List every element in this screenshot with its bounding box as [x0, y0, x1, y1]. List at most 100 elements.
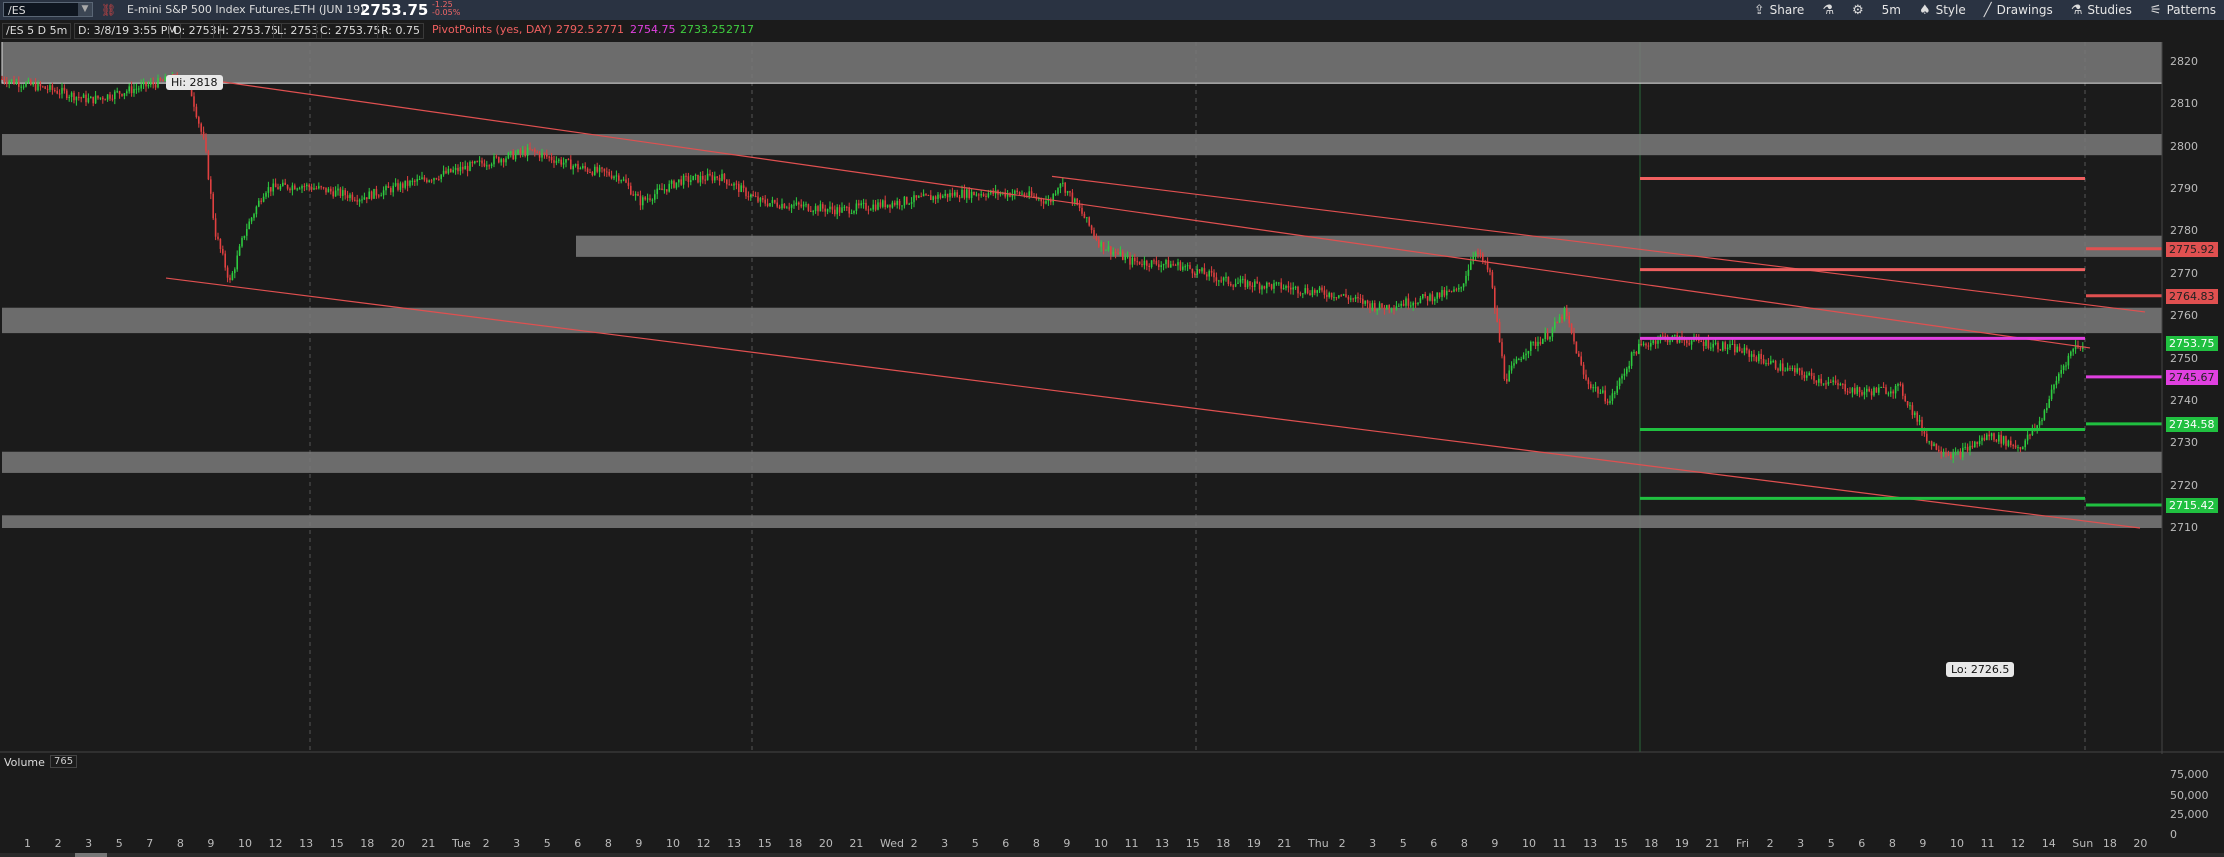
price-axis-label: 2820 — [2170, 55, 2198, 68]
candle-body — [99, 97, 102, 99]
time-axis-label: 18 — [1644, 837, 1659, 850]
scrollbar-thumb[interactable] — [75, 853, 107, 857]
candle-body — [651, 199, 654, 201]
time-axis-label: 6 — [574, 837, 582, 850]
candle-body — [1189, 265, 1191, 269]
candle-body — [207, 151, 210, 180]
candle-body — [474, 161, 476, 164]
candle-body — [1863, 391, 1866, 395]
candle-body — [1522, 355, 1525, 360]
time-axis-label: 15 — [329, 837, 344, 850]
candle-body — [1225, 276, 1227, 278]
price-chart[interactable] — [0, 42, 2224, 754]
style-button[interactable]: ♠ Style — [1919, 3, 1966, 18]
candle-body — [241, 238, 243, 247]
candle-body — [716, 176, 718, 178]
candle-body — [2012, 445, 2014, 447]
drawings-button[interactable]: ╱ Drawings — [1984, 3, 2053, 18]
candle-body — [1246, 281, 1249, 288]
candle-body — [1088, 217, 1090, 226]
candle-body — [1045, 201, 1047, 204]
candle-body — [142, 81, 145, 85]
time-axis-label: 5 — [115, 837, 123, 850]
flask-button[interactable]: ⚗ — [1822, 3, 1834, 18]
studies-button[interactable]: ⚗ Studies — [2071, 3, 2132, 18]
candle-body — [2014, 445, 2017, 448]
candle-body — [1215, 277, 1218, 282]
candle-body — [140, 84, 142, 89]
candle-body — [1707, 339, 1710, 349]
candle-body — [486, 165, 488, 167]
time-axis-label: 2 — [54, 837, 62, 850]
candle-body — [601, 167, 603, 169]
candle-body — [1563, 308, 1566, 320]
candle-body — [1599, 392, 1602, 394]
volume-axis-label: 75,000 — [2170, 768, 2209, 781]
candle-body — [1794, 368, 1796, 373]
share-button[interactable]: ⇪ Share — [1754, 3, 1805, 18]
link-icon[interactable]: ⛓ — [101, 3, 116, 17]
candle-body — [1234, 283, 1237, 287]
candle-body — [541, 153, 543, 158]
zone-2776 — [576, 235, 2162, 257]
candle-body — [457, 167, 459, 172]
symbol-input[interactable]: /ES ▼ — [3, 2, 93, 17]
candle-body — [1165, 260, 1167, 265]
candle-body — [78, 96, 80, 98]
candle-body — [709, 173, 711, 176]
candle-body — [505, 158, 507, 163]
candle-body — [1995, 439, 1998, 442]
candle-body — [109, 94, 111, 99]
time-axis-label: 21 — [1277, 837, 1292, 850]
chevron-down-icon[interactable]: ▼ — [78, 3, 92, 16]
candle-body — [1664, 335, 1666, 337]
candle-body — [478, 160, 481, 162]
candle-body — [1556, 322, 1558, 324]
candle-body — [1892, 391, 1894, 394]
candle-body — [1081, 207, 1083, 214]
candle-body — [524, 150, 526, 156]
candle-body — [159, 78, 162, 81]
settings-button[interactable]: ⚙ — [1852, 3, 1864, 18]
candle-body — [1302, 293, 1304, 295]
candle-body — [1590, 384, 1592, 389]
candle-body — [1866, 388, 1868, 392]
time-axis-label: 20 — [390, 837, 405, 850]
candle-body — [2067, 355, 2070, 366]
candle-body — [1131, 257, 1134, 265]
candle-body — [471, 161, 474, 164]
candle-body — [330, 188, 332, 192]
candle-body — [1148, 265, 1150, 267]
time-axis-label: 11 — [1124, 837, 1139, 850]
candle-body — [2002, 436, 2005, 444]
candle-body — [1388, 305, 1390, 310]
candle-body — [1645, 343, 1647, 346]
candle-body — [279, 186, 282, 190]
horizontal-scrollbar[interactable] — [0, 853, 2224, 857]
candle-body — [495, 156, 498, 158]
candle-body — [61, 87, 63, 94]
candle-body — [135, 88, 138, 90]
pivot-study-label[interactable]: PivotPoints (yes, DAY) — [432, 23, 552, 37]
candle-body — [882, 200, 884, 207]
candle-body — [73, 92, 75, 101]
candle-body — [1479, 253, 1482, 255]
time-axis-label: 20 — [2133, 837, 2148, 850]
candle-body — [1266, 282, 1268, 289]
time-axis-label: 3 — [513, 837, 521, 850]
candle-body — [570, 159, 572, 170]
candle-body — [1849, 392, 1851, 394]
candle-body — [1453, 289, 1455, 292]
time-axis-label: 11 — [1980, 837, 1995, 850]
time-axis-label: Thu — [1308, 837, 1329, 850]
timeframe-button[interactable]: 5m — [1882, 3, 1901, 17]
candle-body — [1690, 340, 1693, 345]
candle-body — [1611, 393, 1614, 401]
candle-body — [380, 195, 382, 197]
candle-body — [1443, 290, 1446, 296]
patterns-button[interactable]: ⚟ Patterns — [2150, 3, 2216, 18]
candle-body — [620, 180, 622, 182]
candle-body — [519, 150, 522, 154]
candle-body — [303, 186, 306, 188]
candle-body — [733, 183, 735, 186]
